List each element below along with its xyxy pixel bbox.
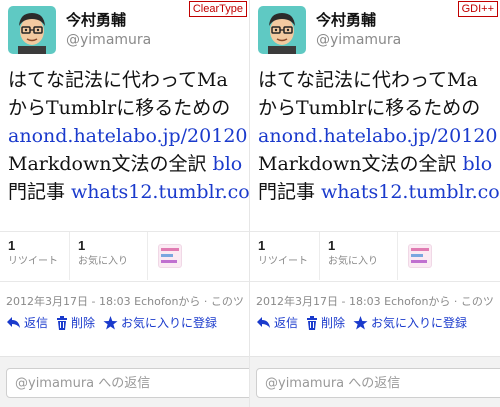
tweet-header: 今村勇輔 @yimamura xyxy=(258,6,401,54)
star-icon xyxy=(353,315,368,330)
favorite-label: お気に入り xyxy=(78,256,128,267)
favoriter-avatar[interactable] xyxy=(158,244,182,268)
tweet-text: はてな記法に代わってMa からTumblrに移るための anond.hatela… xyxy=(258,66,500,206)
tweet-link[interactable]: blo xyxy=(213,153,243,175)
tweet-metadata[interactable]: 2012年3月17日 - 18:03 Echofonから · このツ xyxy=(256,293,494,309)
user-names: 今村勇輔 @yimamura xyxy=(316,11,401,49)
reply-label: 返信 xyxy=(24,316,49,330)
tweet-link[interactable]: whats12.tumblr.co xyxy=(321,181,500,203)
favorite-number: 1 xyxy=(78,238,86,253)
favorite-count[interactable]: 1 お気に入り xyxy=(70,232,148,280)
tweet-link[interactable]: anond.hatelabo.jp/20120 xyxy=(8,125,248,147)
favorite-button[interactable]: お気に入りに登録 xyxy=(353,314,467,331)
tweet-line: 門記事 xyxy=(258,181,322,203)
divider xyxy=(0,281,249,282)
tweet-actions: 返信 削除 お気に入りに登録 xyxy=(6,314,225,331)
tweet-header: 今村勇輔 @yimamura xyxy=(8,6,151,54)
reply-button[interactable]: 返信 xyxy=(6,314,48,331)
favoriter-avatar[interactable] xyxy=(408,244,432,268)
divider xyxy=(250,281,500,282)
favorite-label: お気に入り xyxy=(328,256,378,267)
reply-input[interactable] xyxy=(256,368,500,398)
favorite-label: お気に入りに登録 xyxy=(121,316,218,330)
reply-icon xyxy=(6,316,21,329)
delete-button[interactable]: 削除 xyxy=(306,314,345,331)
favorite-button[interactable]: お気に入りに登録 xyxy=(103,314,217,331)
renderer-label: GDI++ xyxy=(457,1,498,17)
retweet-number: 1 xyxy=(8,238,16,253)
tweet-link[interactable]: whats12.tumblr.co xyxy=(71,181,249,203)
avatar[interactable] xyxy=(258,6,306,54)
retweet-label: リツイート xyxy=(258,256,308,267)
star-icon xyxy=(103,315,118,330)
reply-button[interactable]: 返信 xyxy=(256,314,298,331)
user-handle[interactable]: @yimamura xyxy=(66,31,151,49)
reply-label: 返信 xyxy=(274,316,299,330)
tweet-line: はてな記法に代わってMa xyxy=(258,69,478,91)
tweet-stats: 1 リツイート 1 お気に入り xyxy=(0,232,249,280)
comparison-view: ClearType 今村勇輔 @yimamura はてな記法に代わってMa から… xyxy=(0,0,500,407)
tweet-link[interactable]: anond.hatelabo.jp/20120 xyxy=(258,125,498,147)
tweet-line: からTumblrに移るための xyxy=(258,97,481,119)
user-handle[interactable]: @yimamura xyxy=(316,31,401,49)
renderer-label: ClearType xyxy=(188,1,247,17)
reply-icon xyxy=(256,316,271,329)
user-names: 今村勇輔 @yimamura xyxy=(66,11,151,49)
delete-label: 削除 xyxy=(321,316,346,330)
tweet-line: Markdown文法の全訳 xyxy=(8,153,213,175)
tweet-line: 門記事 xyxy=(8,181,72,203)
retweet-count[interactable]: 1 リツイート xyxy=(250,232,320,280)
tweet-line: はてな記法に代わってMa xyxy=(8,69,228,91)
trash-icon xyxy=(306,315,318,330)
favorite-number: 1 xyxy=(328,238,336,253)
tweet-panel-cleartype: ClearType 今村勇輔 @yimamura はてな記法に代わってMa から… xyxy=(0,0,250,407)
tweet-link[interactable]: blo xyxy=(463,153,493,175)
tweet-stats: 1 リツイート 1 お気に入り xyxy=(250,232,500,280)
delete-button[interactable]: 削除 xyxy=(56,314,95,331)
trash-icon xyxy=(56,315,68,330)
user-fullname[interactable]: 今村勇輔 xyxy=(316,11,401,31)
retweet-label: リツイート xyxy=(8,256,58,267)
tweet-panel-gdipp: GDI++ 今村勇輔 @yimamura はてな記法に代わってMa からTumb… xyxy=(250,0,500,407)
favorite-label: お気に入りに登録 xyxy=(371,316,468,330)
reply-input[interactable] xyxy=(6,368,249,398)
reply-area xyxy=(250,356,500,407)
tweet-actions: 返信 削除 お気に入りに登録 xyxy=(256,314,475,331)
tweet-line: Markdown文法の全訳 xyxy=(258,153,463,175)
favorite-count[interactable]: 1 お気に入り xyxy=(320,232,398,280)
delete-label: 削除 xyxy=(71,316,96,330)
user-fullname[interactable]: 今村勇輔 xyxy=(66,11,151,31)
retweet-count[interactable]: 1 リツイート xyxy=(0,232,70,280)
tweet-line: からTumblrに移るための xyxy=(8,97,231,119)
avatar[interactable] xyxy=(8,6,56,54)
tweet-text: はてな記法に代わってMa からTumblrに移るための anond.hatela… xyxy=(8,66,249,206)
tweet-metadata[interactable]: 2012年3月17日 - 18:03 Echofonから · このツ xyxy=(6,293,244,309)
reply-area xyxy=(0,356,249,407)
retweet-number: 1 xyxy=(258,238,266,253)
